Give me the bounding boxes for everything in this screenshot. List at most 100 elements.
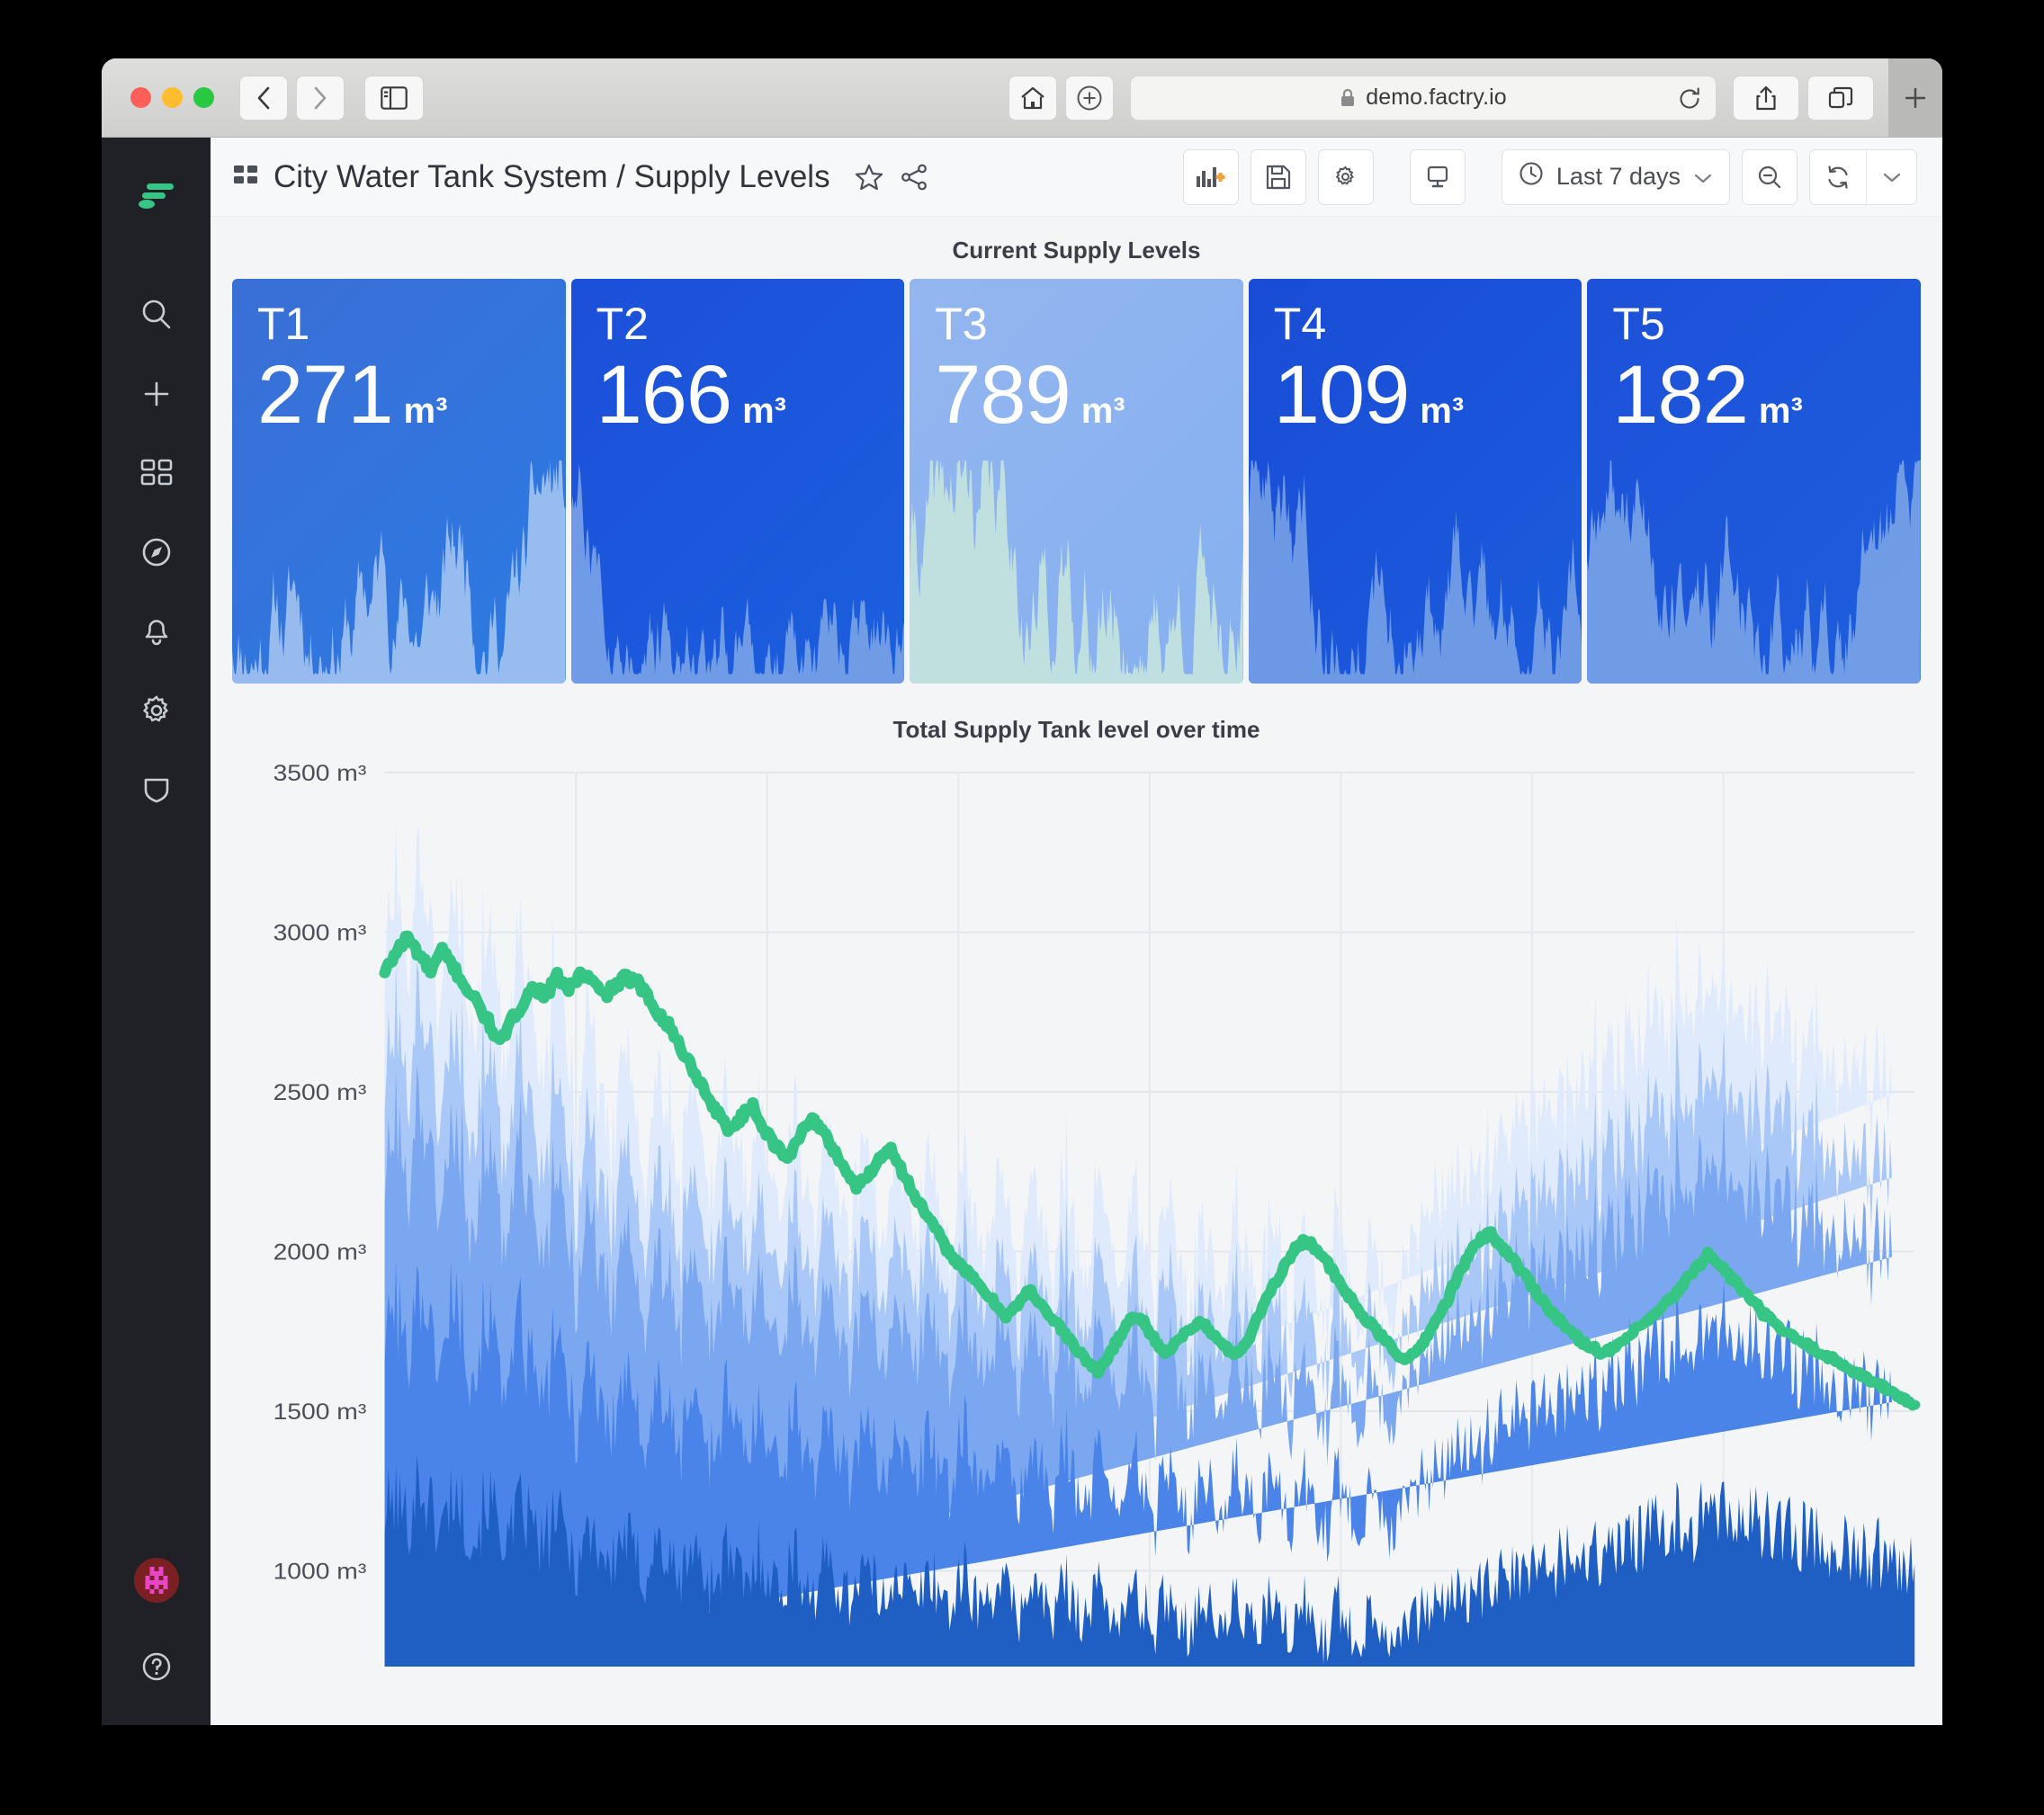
browser-actions: [1733, 75, 1874, 121]
stat-card-value-row: 182 m³: [1612, 353, 1896, 436]
refresh-button[interactable]: [1810, 150, 1866, 204]
stat-cards-row: T1 271 m³ T2 166 m³ T3 789 m³ T4 109 m³ T5 182 m³: [211, 279, 1942, 684]
share-dashboard-button[interactable]: [899, 162, 929, 192]
kiosk-mode-button[interactable]: [1409, 148, 1466, 205]
browser-toolbar: demo.factry.io: [102, 58, 1942, 138]
plus-icon: [1905, 87, 1926, 109]
search-icon: [142, 300, 170, 329]
compass-icon: [142, 538, 170, 567]
minimize-window-button[interactable]: [162, 87, 183, 108]
stat-card-t4[interactable]: T4 109 m³: [1248, 279, 1582, 684]
share-nodes-icon: [901, 164, 927, 190]
tab-overview-icon: [1828, 86, 1853, 108]
sidebar-item-alerting[interactable]: [125, 600, 188, 663]
sparkline-svg: [570, 463, 905, 684]
reload-icon: [1680, 87, 1699, 109]
save-icon: [1266, 165, 1291, 189]
maximize-window-button[interactable]: [193, 87, 214, 108]
save-dashboard-button[interactable]: [1250, 148, 1306, 205]
dashboard-settings-button[interactable]: [1317, 148, 1374, 205]
help-circle-icon: [142, 1652, 170, 1681]
dashboard-toolbar: Last 7 days: [1182, 148, 1917, 205]
stat-card-unit: m³: [742, 390, 786, 431]
share-icon: [1756, 85, 1776, 110]
stat-sparkline-t4: [1248, 449, 1582, 684]
stat-card-t5[interactable]: T5 182 m³: [1587, 279, 1921, 684]
browser-window: demo.factry.io City Water Tank System / …: [102, 58, 1942, 1725]
y-axis-tick-label: 3000 m³: [273, 920, 367, 945]
grid-icon: [140, 459, 172, 486]
window-traffic-lights: [130, 87, 214, 108]
sidebar-item-dashboards[interactable]: [125, 442, 188, 505]
home-icon: [1021, 86, 1044, 109]
sidebar-item-help[interactable]: [125, 1635, 188, 1698]
stat-card-value: 109: [1273, 348, 1410, 441]
forward-button[interactable]: [296, 75, 345, 121]
chevron-down-icon: [1693, 163, 1713, 191]
bell-icon: [145, 620, 167, 646]
stat-card-name: T4: [1273, 299, 1327, 349]
stat-card-name: T2: [596, 299, 649, 349]
add-panel-button[interactable]: [1182, 148, 1239, 205]
stat-card-t3[interactable]: T3 789 m³: [910, 279, 1243, 684]
timeseries-chart[interactable]: 1000 m³ 1500 m³ 2000 m³ 2500 m³ 3000 m³ 3500 …: [232, 758, 1921, 1667]
y-axis-tick-label: 2000 m³: [273, 1239, 367, 1265]
stat-card-unit: m³: [1758, 390, 1803, 431]
stat-card-unit: m³: [1080, 390, 1125, 431]
timeseries-panel-title: Total Supply Tank level over time: [892, 716, 1260, 743]
back-button[interactable]: [239, 75, 288, 121]
star-icon: [855, 164, 883, 190]
stats-panel: Current Supply Levels T1 271 m³ T2 166 m³ T3 78…: [211, 217, 1942, 684]
tv-icon: [1427, 165, 1448, 187]
stat-card-value-row: 166 m³: [596, 353, 880, 436]
home-button[interactable]: [1009, 75, 1057, 121]
add-panel-icon: [1196, 166, 1225, 187]
avatar-pixel-art: [145, 1567, 167, 1594]
sidebar-item-search[interactable]: [125, 283, 188, 346]
sidebar-item-explore[interactable]: [125, 521, 188, 584]
user-avatar[interactable]: [133, 1558, 179, 1603]
sidebar-item-configuration[interactable]: [125, 679, 188, 742]
share-button[interactable]: [1733, 75, 1799, 121]
stats-panel-title: Current Supply Levels: [952, 237, 1201, 264]
plus-circle-icon: [1077, 85, 1102, 110]
sparkline-svg: [1248, 460, 1582, 684]
chart-canvas: 1000 m³ 1500 m³ 2000 m³ 2500 m³ 3000 m³ 3500 …: [273, 761, 1921, 1667]
app-body: City Water Tank System / Supply Levels L…: [102, 138, 1942, 1725]
sidebar-toggle-button[interactable]: [364, 75, 424, 121]
new-tab-button[interactable]: [1065, 75, 1114, 121]
y-axis-tick-label: 1500 m³: [273, 1399, 367, 1425]
stat-card-value-row: 109 m³: [1274, 353, 1557, 436]
factry-logo-icon: [138, 183, 174, 209]
stat-card-name: T3: [935, 299, 988, 349]
page-title: City Water Tank System / Supply Levels: [273, 158, 830, 194]
zoom-out-time-button[interactable]: [1742, 148, 1797, 205]
gear-icon: [1336, 165, 1355, 185]
stat-card-value: 271: [257, 348, 393, 441]
stat-card-value: 166: [596, 348, 732, 441]
address-bar[interactable]: demo.factry.io: [1130, 75, 1717, 121]
stat-sparkline-t3: [910, 449, 1243, 684]
factry-logo[interactable]: [125, 168, 188, 231]
stat-card-value: 789: [935, 348, 1071, 441]
stat-sparkline-t1: [232, 449, 566, 684]
refresh-interval-dropdown[interactable]: [1866, 149, 1916, 204]
add-tab-button[interactable]: [1888, 58, 1942, 138]
dashboard-grid-icon: [232, 164, 259, 191]
sidebar-item-server-admin[interactable]: [125, 758, 188, 821]
close-window-button[interactable]: [130, 87, 151, 108]
stat-card-unit: m³: [403, 390, 448, 431]
favorite-star-button[interactable]: [854, 162, 884, 192]
reload-button[interactable]: [1676, 85, 1703, 117]
stat-card-value-row: 271 m³: [257, 353, 541, 436]
stat-card-value: 182: [1612, 348, 1748, 441]
stat-card-t1[interactable]: T1 271 m³: [232, 279, 566, 684]
sidebar-item-create[interactable]: [125, 362, 188, 425]
sparkline-svg: [910, 460, 1243, 684]
tab-overview-button[interactable]: [1807, 75, 1874, 121]
time-range-picker[interactable]: Last 7 days: [1501, 148, 1730, 205]
stat-card-t2[interactable]: T2 166 m³: [570, 279, 905, 684]
clock-icon: [1519, 161, 1544, 192]
url-text: demo.factry.io: [1366, 85, 1507, 110]
gear-icon: [142, 695, 168, 722]
